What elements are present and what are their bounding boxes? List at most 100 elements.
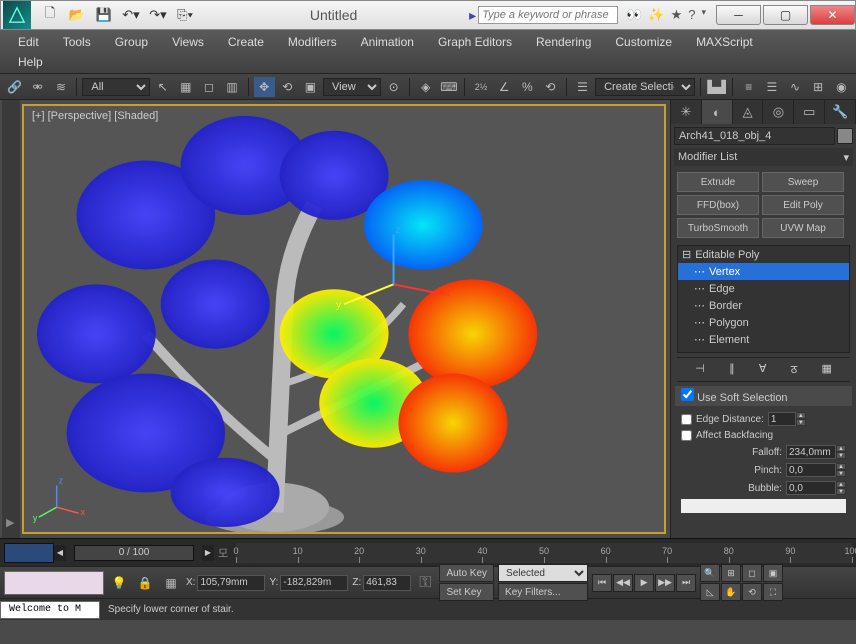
maximize-viewport-icon[interactable]: ⛶ — [763, 583, 783, 601]
mod-sweep-button[interactable]: Sweep — [762, 172, 844, 192]
play-preview-icon[interactable]: ▶ — [6, 516, 20, 530]
use-soft-selection-checkbox[interactable] — [681, 388, 694, 401]
move-icon[interactable]: ✥ — [254, 77, 275, 97]
stack-border[interactable]: ⋯ Border — [678, 297, 849, 314]
menu-rendering[interactable]: Rendering — [524, 32, 603, 52]
show-result-icon[interactable]: ∥ — [729, 362, 735, 377]
spin-up-icon[interactable]: ▲ — [796, 412, 806, 419]
configure-icon[interactable]: ▦ — [821, 362, 831, 377]
search-input[interactable] — [478, 6, 618, 24]
falloff-field[interactable] — [786, 445, 836, 459]
mod-ffd-button[interactable]: FFD(box) — [677, 195, 759, 215]
zoom-all-icon[interactable]: ⊞ — [721, 564, 741, 582]
maxscript-mini-listener[interactable]: Welcome to M — [0, 601, 100, 619]
time-prev-icon[interactable]: ◀ — [54, 545, 66, 561]
z-coord-field[interactable] — [363, 575, 411, 591]
menu-group[interactable]: Group — [103, 32, 160, 52]
stack-polygon[interactable]: ⋯ Polygon — [678, 314, 849, 331]
orbit-icon[interactable]: ⟲ — [742, 583, 762, 601]
modifier-stack[interactable]: ⊟ Editable Poly ⋯ Vertex ⋯ Edge ⋯ Border… — [677, 245, 850, 353]
new-icon[interactable]: 🗋 — [37, 3, 63, 27]
key-icon[interactable]: ⚿ — [415, 574, 435, 592]
star-icon[interactable]: ★ — [671, 7, 683, 23]
time-slider[interactable]: 0 / 100 — [74, 545, 194, 561]
angle-snap-icon[interactable]: ∠ — [494, 77, 515, 97]
prompt-icon[interactable]: 모 — [214, 545, 232, 561]
menu-create[interactable]: Create — [216, 32, 276, 52]
close-button[interactable]: ✕ — [810, 5, 855, 25]
pinch-field[interactable] — [786, 463, 836, 477]
layers-icon[interactable]: ☰ — [761, 77, 782, 97]
keyfilters-button[interactable]: Key Filters... — [498, 583, 588, 601]
viewport[interactable]: [+] [Perspective] [Shaded] — [22, 104, 666, 534]
mod-turbosmooth-button[interactable]: TurboSmooth — [677, 218, 759, 238]
stack-root[interactable]: ⊟ Editable Poly — [678, 246, 849, 263]
mod-extrude-button[interactable]: Extrude — [677, 172, 759, 192]
make-unique-icon[interactable]: ∀ — [759, 362, 767, 377]
pivot-icon[interactable]: ⊙ — [383, 77, 404, 97]
hierarchy-tab-icon[interactable]: ◬ — [733, 100, 764, 124]
mirror-icon[interactable]: ▙▟ — [706, 77, 727, 97]
menu-modifiers[interactable]: Modifiers — [276, 32, 349, 52]
spinner-snap-icon[interactable]: ⟲ — [540, 77, 561, 97]
rollup-header[interactable]: Use Soft Selection — [675, 386, 852, 406]
edge-distance-field[interactable] — [768, 412, 796, 426]
manipulate-icon[interactable]: ◈ — [415, 77, 436, 97]
prev-frame-icon[interactable]: ◀◀ — [613, 574, 633, 592]
pin-stack-icon[interactable]: ⊣ — [695, 362, 705, 377]
align-icon[interactable]: ≡ — [738, 77, 759, 97]
edge-distance-checkbox[interactable] — [681, 414, 692, 425]
y-coord-field[interactable] — [280, 575, 348, 591]
modify-tab-icon[interactable]: ◐ — [702, 100, 733, 124]
utilities-tab-icon[interactable]: 🔧 — [825, 100, 856, 124]
select-icon[interactable]: ↖ — [152, 77, 173, 97]
redo-icon[interactable]: ↷▾ — [145, 3, 171, 27]
wand-icon[interactable]: ✨ — [648, 7, 664, 23]
next-frame-icon[interactable]: ▶▶ — [655, 574, 675, 592]
setkey-button[interactable]: Set Key — [439, 583, 494, 601]
info-icon[interactable]: ▸ — [469, 7, 476, 24]
key-mode-combo[interactable]: Selected — [498, 564, 588, 582]
x-coord-field[interactable] — [197, 575, 265, 591]
coord-system-combo[interactable]: View — [323, 78, 381, 96]
rotate-icon[interactable]: ⟲ — [277, 77, 298, 97]
remove-mod-icon[interactable]: ठ — [791, 362, 797, 377]
undo-icon[interactable]: ↶▾ — [118, 3, 144, 27]
menu-maxscript[interactable]: MAXScript — [684, 32, 765, 52]
window-crossing-icon[interactable]: ▥ — [221, 77, 242, 97]
save-icon[interactable]: 💾 — [91, 3, 117, 27]
object-name-field[interactable] — [674, 127, 835, 145]
app-icon[interactable] — [3, 1, 31, 29]
menu-animation[interactable]: Animation — [349, 32, 426, 52]
curve-editor-icon[interactable]: ∿ — [784, 77, 805, 97]
goto-start-icon[interactable]: ⏮ — [592, 574, 612, 592]
menu-tools[interactable]: Tools — [51, 32, 103, 52]
goto-end-icon[interactable]: ⏭ — [676, 574, 696, 592]
motion-tab-icon[interactable]: ◎ — [763, 100, 794, 124]
autokey-button[interactable]: Auto Key — [439, 564, 494, 582]
time-next-icon[interactable]: ▶ — [202, 545, 214, 561]
stack-vertex[interactable]: ⋯ Vertex — [678, 263, 849, 280]
fov-icon[interactable]: ◺ — [700, 583, 720, 601]
bind-icon[interactable]: ≋ — [50, 77, 71, 97]
selection-filter-combo[interactable]: All — [82, 78, 150, 96]
affect-backfacing-checkbox[interactable] — [681, 430, 692, 441]
track-bar-key[interactable] — [4, 543, 54, 563]
bubble-field[interactable] — [786, 481, 836, 495]
spin-down-icon[interactable]: ▼ — [796, 419, 806, 426]
menu-views[interactable]: Views — [160, 32, 216, 52]
keyboard-icon[interactable]: ⌨ — [438, 77, 459, 97]
named-sel-icon[interactable]: ☰ — [572, 77, 593, 97]
select-name-icon[interactable]: ▦ — [175, 77, 196, 97]
binoculars-icon[interactable]: 👀 — [626, 7, 642, 23]
zoom-icon[interactable]: 🔍 — [700, 564, 720, 582]
percent-snap-icon[interactable]: % — [517, 77, 538, 97]
isolate-icon[interactable]: ▦ — [160, 573, 182, 593]
zoom-extents-all-icon[interactable]: ▣ — [763, 564, 783, 582]
menu-edit[interactable]: Edit — [6, 32, 51, 52]
zoom-extents-icon[interactable]: ◻ — [742, 564, 762, 582]
mod-uvwmap-button[interactable]: UVW Map — [762, 218, 844, 238]
viewport-label[interactable]: [+] [Perspective] [Shaded] — [32, 110, 158, 122]
menu-graph-editors[interactable]: Graph Editors — [426, 32, 524, 52]
snap-toggle-icon[interactable]: 2½ — [470, 77, 491, 97]
